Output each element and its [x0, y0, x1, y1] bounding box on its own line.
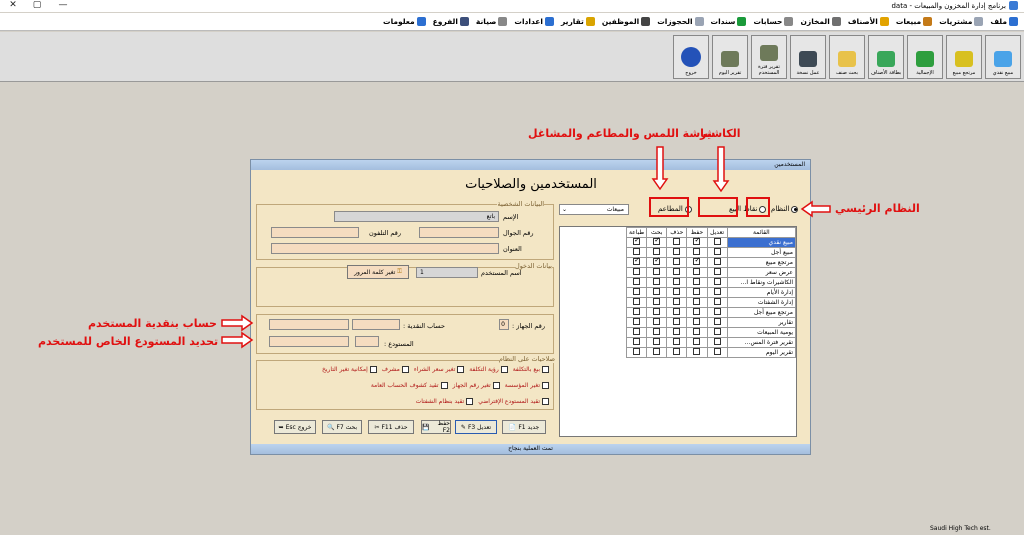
status-bar-text: Saudi High Tech est. — [930, 525, 991, 532]
arrow-right-icon — [221, 331, 254, 349]
annotation-arrows — [221, 146, 831, 349]
arrow-down-icon — [712, 146, 730, 193]
arrow-right-icon — [221, 314, 254, 332]
arrow-left-icon — [800, 200, 831, 218]
arrow-down-icon — [651, 146, 669, 191]
